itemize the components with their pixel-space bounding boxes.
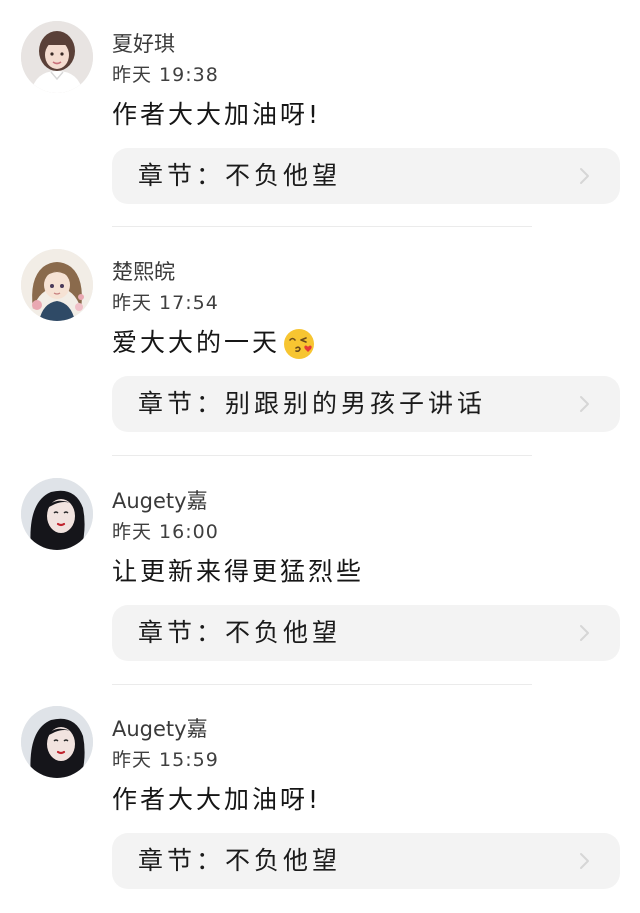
comment-time: 昨天 15:59 (112, 749, 219, 771)
chapter-label: 章节：不负他望 (138, 846, 342, 875)
comment-item: 夏好琪 昨天 19:38 作者大大加油呀! 章节：不负他望 (0, 0, 640, 228)
chapter-label: 章节：别跟别的男孩子讲话 (138, 389, 487, 418)
comment-text-content: 爱大大的一天 (112, 328, 281, 357)
avatar[interactable] (21, 249, 93, 321)
chevron-right-icon (580, 168, 589, 184)
chevron-right-icon (580, 396, 589, 412)
username[interactable]: Augety嘉 (112, 715, 208, 743)
chevron-right-icon (580, 625, 589, 641)
username[interactable]: Augety嘉 (112, 487, 208, 515)
comment-item: 楚熙皖 昨天 17:54 爱大大的一天 章节：别跟别的男孩子讲话 (0, 228, 640, 456)
avatar[interactable] (21, 478, 93, 550)
chapter-link[interactable]: 章节：不负他望 (112, 605, 620, 661)
divider (112, 226, 532, 227)
comment-text: 爱大大的一天 (112, 325, 316, 361)
comment-time: 昨天 16:00 (112, 521, 219, 543)
username[interactable]: 夏好琪 (112, 30, 175, 58)
username[interactable]: 楚熙皖 (112, 258, 175, 286)
chapter-link[interactable]: 章节：不负他望 (112, 148, 620, 204)
avatar[interactable] (21, 21, 93, 93)
kissing-face-emoji-icon (284, 329, 315, 359)
comment-item: Augety嘉 昨天 16:00 让更新来得更猛烈些 章节：不负他望 (0, 457, 640, 685)
avatar-girl-white-shirt-icon (21, 21, 93, 93)
comment-text: 作者大大加油呀! (112, 785, 322, 814)
comment-text: 让更新来得更猛烈些 (112, 557, 365, 586)
comment-item: Augety嘉 昨天 15:59 作者大大加油呀! 章节：不负他望 (0, 685, 640, 913)
comment-time: 昨天 19:38 (112, 64, 219, 86)
chapter-label: 章节：不负他望 (138, 618, 342, 647)
divider (112, 455, 532, 456)
comment-time: 昨天 17:54 (112, 292, 219, 314)
avatar-girl-dark-hair-icon (21, 478, 93, 550)
avatar-girl-dark-hair-icon (21, 706, 93, 778)
avatar-anime-girl-icon (21, 249, 93, 321)
comment-text: 作者大大加油呀! (112, 100, 322, 129)
chapter-link[interactable]: 章节：不负他望 (112, 833, 620, 889)
chevron-right-icon (580, 853, 589, 869)
avatar[interactable] (21, 706, 93, 778)
chapter-label: 章节：不负他望 (138, 161, 342, 190)
chapter-link[interactable]: 章节：别跟别的男孩子讲话 (112, 376, 620, 432)
